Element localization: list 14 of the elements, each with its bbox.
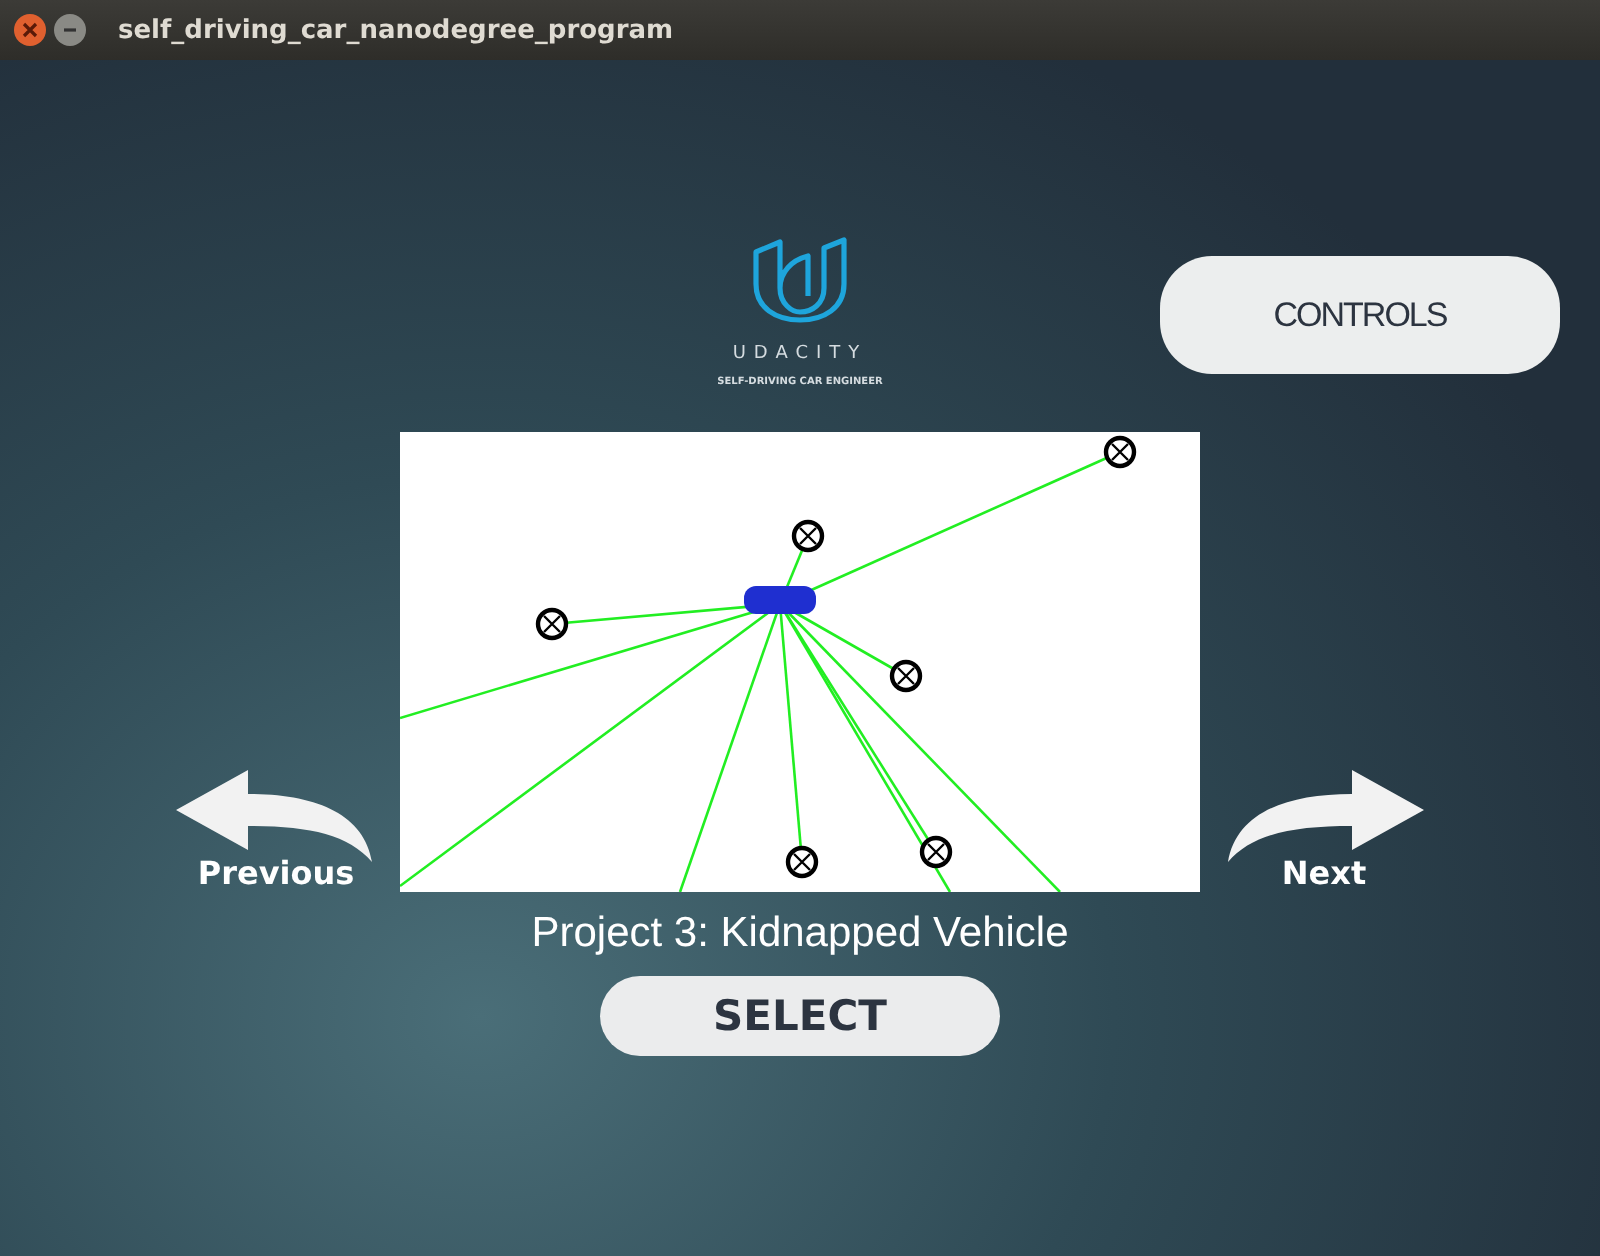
select-button[interactable]: SELECT	[600, 976, 1000, 1056]
logo-wordmark: UDACITY	[732, 344, 868, 364]
previous-label[interactable]: Previous	[197, 854, 355, 892]
curved-left-arrow-icon[interactable]	[176, 770, 376, 862]
close-button[interactable]	[14, 14, 46, 46]
close-icon	[22, 22, 38, 38]
minimize-icon	[62, 22, 78, 38]
minimize-button[interactable]	[54, 14, 86, 46]
project-title: Project 3: Kidnapped Vehicle	[531, 910, 1069, 958]
curved-right-arrow-icon[interactable]	[1224, 770, 1424, 862]
window-title: self_driving_car_nanodegree_program	[118, 15, 674, 45]
u-logo-icon	[748, 236, 852, 324]
next-label[interactable]: Next	[1281, 854, 1367, 892]
controls-button[interactable]: CONTROLS	[1160, 256, 1560, 374]
